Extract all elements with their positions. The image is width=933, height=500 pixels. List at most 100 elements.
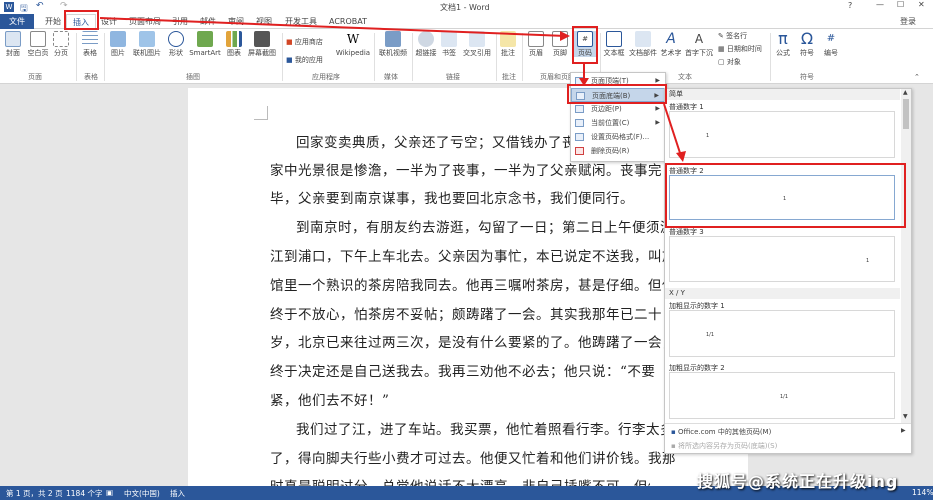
page-count[interactable]: 第 1 页，共 2 页 <box>6 488 63 499</box>
more-page-numbers-link[interactable]: ▪ Office.com 中的其他页码(M) ▶ <box>671 427 906 437</box>
menu-item-top-of-page[interactable]: 页面顶端(T) ▶ <box>571 74 665 88</box>
page-number-label: 页码 <box>578 49 592 57</box>
footer-button[interactable]: 页脚 <box>550 31 570 57</box>
store-button[interactable]: ■ 应用商店 <box>286 37 323 47</box>
equation-label: 公式 <box>776 49 790 57</box>
menu-item-current-position[interactable]: 当前位置(C) ▶ <box>571 116 665 130</box>
blank-page-button[interactable]: 空白页 <box>26 31 50 57</box>
paragraph-line: 紧，他们去不好！” <box>270 393 390 409</box>
picture-icon <box>110 31 126 47</box>
scroll-thumb[interactable] <box>903 99 909 129</box>
scroll-up-icon[interactable]: ▲ <box>903 89 908 96</box>
number-button[interactable]: # 编号 <box>821 31 841 57</box>
tab-mailings[interactable]: 邮件 <box>196 14 220 29</box>
divider <box>76 33 77 81</box>
screenshot-button[interactable]: 屏幕截图 <box>246 31 278 57</box>
tab-insert[interactable]: 插入 <box>66 14 96 29</box>
bookmark-button[interactable]: 书签 <box>440 31 458 57</box>
tab-references[interactable]: 引用 <box>168 14 192 29</box>
quick-parts-icon <box>635 31 651 47</box>
scroll-down-icon[interactable]: ▼ <box>903 413 908 420</box>
page-bottom-gallery: 简单 普通数字 1 1 普通数字 2 1 普通数字 3 1 X / Y 加粗显示… <box>664 88 912 454</box>
sample-page-number: 1 <box>866 258 870 264</box>
blank-page-icon <box>30 31 46 47</box>
shapes-button[interactable]: 形状 <box>166 31 186 57</box>
signin-link[interactable]: 登录 <box>894 14 922 29</box>
symbol-button[interactable]: Ω 符号 <box>797 31 817 58</box>
pi-icon: π <box>778 29 788 48</box>
menu-item-format-page-numbers[interactable]: 设置页码格式(F)... <box>571 130 665 144</box>
quick-parts-button[interactable]: 文档部件 <box>628 31 658 57</box>
tab-design[interactable]: 设计 <box>98 14 120 29</box>
online-video-button[interactable]: 联机视频 <box>376 31 410 57</box>
signature-line-button[interactable]: ✎ 签名行 <box>718 31 747 41</box>
comment-button[interactable]: 批注 <box>498 31 518 57</box>
smartart-button[interactable]: SmartArt <box>188 31 222 57</box>
page-number-button[interactable]: # 页码 <box>574 31 596 57</box>
gallery-item-bold-number-1[interactable]: 1/1 <box>669 310 895 357</box>
wordart-icon: A <box>666 31 676 47</box>
proofing-icon[interactable]: ▣ <box>106 488 113 497</box>
footer-label: 页脚 <box>553 49 567 57</box>
group-links-label: 链接 <box>446 73 460 81</box>
paragraph-line: 到南京时，有朋友约去游逛，勾留了一日；第二日上午便须渡 <box>296 220 674 236</box>
tab-review[interactable]: 审阅 <box>224 14 248 29</box>
divider <box>374 33 375 81</box>
tab-view[interactable]: 视图 <box>252 14 276 29</box>
camera-icon <box>254 31 270 47</box>
object-button[interactable]: ▢ 对象 <box>718 57 741 67</box>
redo-icon[interactable]: ↷ <box>60 1 68 11</box>
tab-home[interactable]: 开始 <box>40 14 66 29</box>
more-page-numbers-label: Office.com 中的其他页码(M) <box>677 428 772 436</box>
drop-cap-button[interactable]: A 首字下沉 <box>684 31 714 57</box>
online-picture-button[interactable]: 联机图片 <box>130 31 164 57</box>
close-button[interactable]: ✕ <box>918 0 925 9</box>
gallery-item-plain-number-3[interactable]: 1 <box>669 236 895 282</box>
zoom-level[interactable]: 114% <box>912 488 933 497</box>
cross-reference-button[interactable]: 交叉引用 <box>460 31 494 57</box>
smartart-icon <box>197 31 213 47</box>
chevron-right-icon: ▶ <box>655 77 660 84</box>
tab-developer[interactable]: 开发工具 <box>282 14 320 29</box>
word-count[interactable]: 1184 个字 <box>66 488 102 499</box>
help-icon[interactable]: ? <box>848 1 852 10</box>
tab-acrobat[interactable]: ACROBAT <box>326 14 370 29</box>
calendar-icon: ▦ <box>718 45 725 53</box>
date-time-button[interactable]: ▦ 日期和时间 <box>718 44 762 54</box>
textbox-button[interactable]: 文本框 <box>602 31 626 57</box>
language-status[interactable]: 中文(中国) <box>124 488 160 499</box>
wordart-button[interactable]: A 艺术字 <box>660 31 682 57</box>
minimize-button[interactable]: — <box>876 0 884 9</box>
maximize-button[interactable]: ☐ <box>897 0 904 9</box>
header-icon <box>528 31 544 47</box>
undo-icon[interactable]: ↶ <box>36 1 44 11</box>
paragraph-line: 了，得向脚夫行些小费才可过去。他便又忙着和他们讲价钱。我那 <box>270 451 676 467</box>
tab-page-layout[interactable]: 页面布局 <box>126 14 164 29</box>
gallery-section-header: 简单 <box>665 89 900 100</box>
chart-button[interactable]: 图表 <box>224 31 244 57</box>
menu-item-remove-page-numbers[interactable]: 删除页码(R) <box>571 144 665 158</box>
margin-marker <box>254 106 268 120</box>
picture-button[interactable]: 图片 <box>108 31 128 57</box>
equation-button[interactable]: π 公式 <box>773 29 793 58</box>
gallery-scrollbar[interactable]: ▲ ▼ <box>901 89 911 423</box>
insert-mode[interactable]: 插入 <box>170 488 185 499</box>
cover-page-button[interactable]: 封面 <box>4 31 22 57</box>
page-top-icon <box>575 77 584 85</box>
menu-item-bottom-of-page[interactable]: 页面底端(B) ▶ <box>571 88 665 102</box>
menu-item-page-margins[interactable]: 页边距(P) ▶ <box>571 102 665 116</box>
gallery-item-bold-number-2[interactable]: 1/1 <box>669 372 895 419</box>
collapse-ribbon-icon[interactable]: ⌃ <box>914 73 920 81</box>
gallery-item-plain-number-1[interactable]: 1 <box>669 111 895 158</box>
table-button[interactable]: 表格 <box>80 31 100 57</box>
wikipedia-button[interactable]: W Wikipedia <box>334 31 372 57</box>
hyperlink-button[interactable]: 超链接 <box>414 31 438 57</box>
my-apps-button[interactable]: ■ 我的应用 <box>286 55 323 65</box>
chevron-right-icon: ▶ <box>655 105 660 112</box>
chevron-right-icon: ▶ <box>654 92 659 99</box>
page-break-button[interactable]: 分页 <box>52 31 70 57</box>
cover-page-label: 封面 <box>6 49 20 57</box>
header-button[interactable]: 页眉 <box>526 31 546 57</box>
gallery-item-plain-number-2[interactable]: 1 <box>669 175 895 220</box>
tab-file[interactable]: 文件 <box>0 14 34 29</box>
